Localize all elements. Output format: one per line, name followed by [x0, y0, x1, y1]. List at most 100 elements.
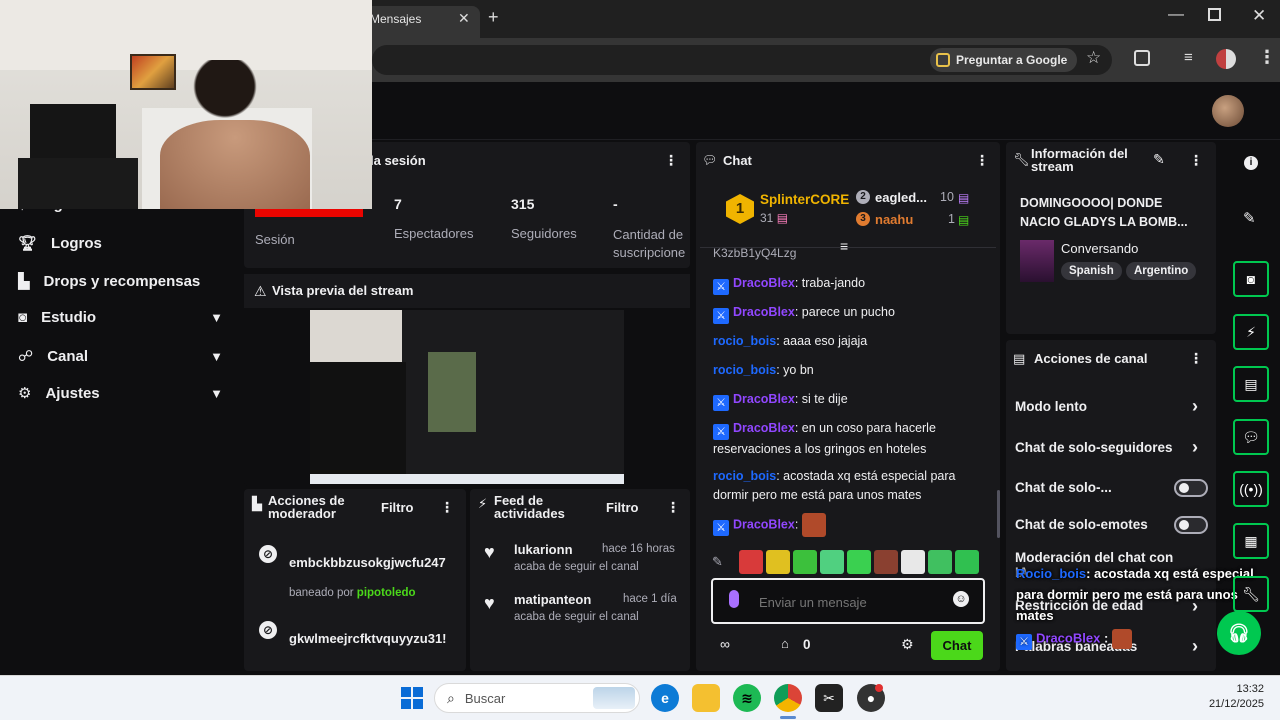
rail-screenshot-button[interactable]: ◙: [1233, 261, 1269, 297]
avatar[interactable]: [1212, 95, 1244, 127]
mod-action-user[interactable]: gkwlmeejrcfktvquyyzu31!: [289, 631, 452, 646]
extensions-icon[interactable]: [1134, 50, 1150, 66]
windows-start-icon[interactable]: [401, 687, 423, 709]
bookmark-star-icon[interactable]: ☆: [1086, 48, 1101, 68]
emote-frog-icon[interactable]: [793, 550, 817, 574]
sidebar-item-estudio[interactable]: ◙ Estudio ▼: [18, 309, 223, 326]
microphone-icon[interactable]: [729, 590, 739, 608]
sidebar-item-drops[interactable]: ▙ Drops y recompensas: [18, 272, 223, 291]
activity-feed-title: Feed de actividades: [494, 493, 565, 521]
gear-icon[interactable]: ⚙: [901, 636, 914, 653]
file-explorer-icon[interactable]: [692, 684, 720, 712]
chat-username[interactable]: DracoBlex: [733, 392, 795, 406]
action-subs-only[interactable]: Chat de solo-...: [1015, 480, 1112, 495]
mod-icon: ▙: [252, 496, 262, 511]
feather-icon[interactable]: ✎: [712, 554, 736, 570]
emote-slime-icon[interactable]: [820, 550, 844, 574]
more-options-icon[interactable]: ⋮: [440, 499, 454, 516]
activity-user[interactable]: lukarionn: [514, 542, 573, 557]
action-emotes-only[interactable]: Chat de solo-emotes: [1015, 517, 1148, 532]
emote-cat-icon[interactable]: [955, 550, 979, 574]
activity-user[interactable]: matipanteon: [514, 592, 591, 607]
browser-menu-icon[interactable]: ⋮: [1258, 47, 1276, 68]
emote-banana-icon[interactable]: [766, 550, 790, 574]
chat-send-button[interactable]: Chat: [931, 631, 983, 660]
taskbar-clock[interactable]: 13:32 21/12/2025: [1196, 682, 1264, 712]
mod-action-user[interactable]: embckbbzusokgjwcfu247: [289, 555, 452, 570]
stream-tag[interactable]: Spanish: [1061, 262, 1122, 280]
emote-pixel-icon[interactable]: [874, 550, 898, 574]
rail-broadcast-button[interactable]: ((•)): [1233, 471, 1269, 507]
emotes-only-toggle[interactable]: [1174, 516, 1208, 534]
bits-icon[interactable]: ∞: [720, 636, 730, 652]
profile-icon[interactable]: [1216, 49, 1236, 69]
minimize-icon[interactable]: —: [1168, 6, 1184, 24]
more-options-icon[interactable]: ⋮: [1189, 350, 1203, 367]
mod-filter-button[interactable]: Filtro: [381, 500, 414, 515]
rail-tools-button[interactable]: 🔧︎: [1233, 576, 1269, 612]
leaderboard-second-name[interactable]: eagled...: [875, 190, 927, 205]
store-icon[interactable]: ⌂: [781, 636, 789, 651]
media-control-icon[interactable]: ≡: [1184, 49, 1193, 66]
action-followers-only[interactable]: Chat de solo-seguidores: [1015, 440, 1173, 455]
more-options-icon[interactable]: ⋮: [666, 499, 680, 516]
emote-angry-icon[interactable]: [739, 550, 763, 574]
edit-pencil-icon[interactable]: ✎: [1153, 151, 1165, 168]
rail-notes-button[interactable]: ▤: [1233, 366, 1269, 402]
browser-tab[interactable]: Mensajes ✕: [360, 6, 480, 38]
category-box-art[interactable]: [1020, 240, 1054, 282]
headset-support-button[interactable]: 🎧︎: [1217, 611, 1261, 655]
sidebar-item-ajustes[interactable]: ⚙ Ajustes ▼: [18, 384, 223, 403]
stream-category[interactable]: Conversando: [1061, 241, 1138, 256]
chat-username[interactable]: DracoBlex: [733, 305, 795, 319]
emoji-picker-icon[interactable]: ☺: [953, 591, 969, 607]
emote-skull-icon[interactable]: [901, 550, 925, 574]
chat-username[interactable]: rocio_bois: [713, 363, 776, 377]
chat-username[interactable]: DracoBlex: [733, 421, 795, 435]
chat-username[interactable]: rocio_bois: [713, 469, 776, 483]
chrome-icon[interactable]: [774, 684, 802, 712]
chat-username[interactable]: DracoBlex: [733, 517, 795, 531]
ask-google-button[interactable]: Preguntar a Google: [930, 48, 1078, 72]
leaderboard-first-name[interactable]: SplinterCORE: [760, 192, 849, 207]
emote-grin-icon[interactable]: [928, 550, 952, 574]
chat-username[interactable]: DracoBlex: [733, 276, 795, 290]
chat-message-input[interactable]: [759, 592, 939, 612]
edge-icon[interactable]: e: [651, 684, 679, 712]
chat-input-box[interactable]: ☺: [711, 578, 985, 624]
sidebar-item-label: Estudio: [41, 309, 97, 326]
more-options-icon[interactable]: ⋮: [975, 152, 989, 169]
chevron-right-icon[interactable]: ›: [1192, 636, 1198, 657]
mod-badge-icon: ⚔: [1016, 634, 1032, 651]
more-options-icon[interactable]: ⋮: [1189, 152, 1203, 169]
preview-title: Vista previa del stream: [272, 283, 414, 298]
rail-chat-button[interactable]: 💬︎: [1233, 419, 1269, 455]
edit-pencil-icon[interactable]: ✎: [1243, 209, 1256, 227]
close-window-icon[interactable]: ✕: [1252, 6, 1266, 26]
more-options-icon[interactable]: ⋮: [664, 152, 678, 169]
chat-username[interactable]: rocio_bois: [713, 334, 776, 348]
maximize-icon[interactable]: [1208, 8, 1221, 21]
chat-scrollbar[interactable]: [997, 490, 1000, 538]
tab-close-icon[interactable]: ✕: [458, 10, 470, 27]
activity-filter-button[interactable]: Filtro: [606, 500, 639, 515]
sidebar-item-logros[interactable]: 🏆︎ Logros: [18, 234, 223, 253]
stream-preview-video[interactable]: [310, 310, 624, 484]
sidebar-item-canal[interactable]: ☍ Canal ▼: [18, 347, 223, 366]
chevron-right-icon[interactable]: ›: [1192, 396, 1198, 417]
studio-icon: ◙: [18, 309, 28, 326]
new-tab-icon[interactable]: +: [488, 7, 499, 28]
leaderboard-third-name[interactable]: naahu: [875, 212, 913, 227]
rail-lightning-button[interactable]: ⚡︎: [1233, 314, 1269, 350]
chevron-right-icon[interactable]: ›: [1192, 437, 1198, 458]
subs-only-toggle[interactable]: [1174, 479, 1208, 497]
capcut-icon[interactable]: ✂: [815, 684, 843, 712]
info-icon[interactable]: i: [1244, 156, 1258, 170]
action-slow-mode[interactable]: Modo lento: [1015, 399, 1087, 414]
mod-action-by[interactable]: pipotoledo: [357, 587, 416, 599]
rail-scene-button[interactable]: ▦: [1233, 523, 1269, 559]
spotify-icon[interactable]: ≋: [733, 684, 761, 712]
taskbar-search[interactable]: ⌕ Buscar: [434, 683, 640, 713]
emote-smile-icon[interactable]: [847, 550, 871, 574]
stream-tag[interactable]: Argentino: [1126, 262, 1197, 280]
